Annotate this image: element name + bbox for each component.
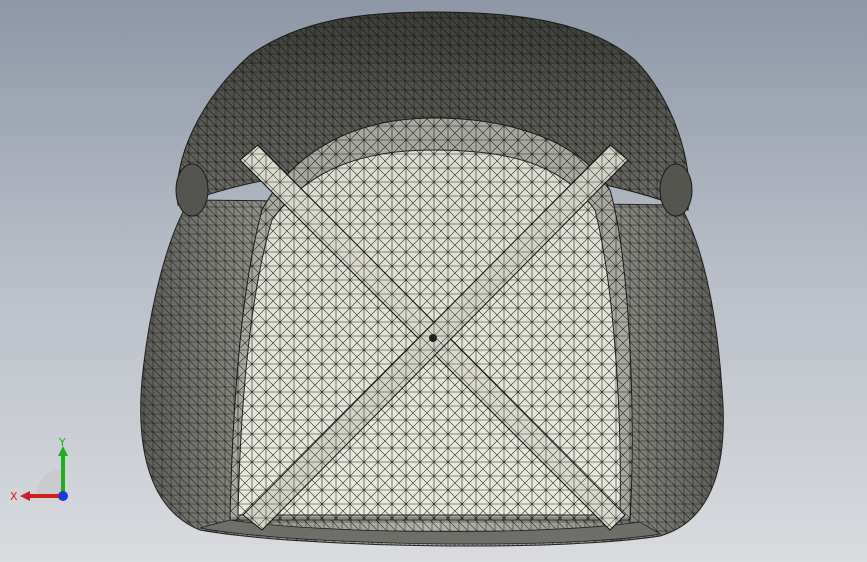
x-axis-arrow bbox=[20, 491, 30, 501]
rib-intersection bbox=[429, 334, 437, 342]
y-axis-label: Y bbox=[58, 438, 66, 449]
model-viewport[interactable]: Y X bbox=[0, 0, 867, 562]
axis-triad[interactable]: Y X bbox=[8, 438, 88, 518]
shell-left-ear bbox=[175, 163, 209, 217]
chair-mesh-model[interactable] bbox=[0, 0, 867, 562]
x-axis-label: X bbox=[10, 490, 18, 503]
shell-right-ear bbox=[659, 163, 693, 217]
triad-base-quadrant bbox=[36, 469, 63, 496]
z-axis-dot bbox=[58, 491, 68, 501]
